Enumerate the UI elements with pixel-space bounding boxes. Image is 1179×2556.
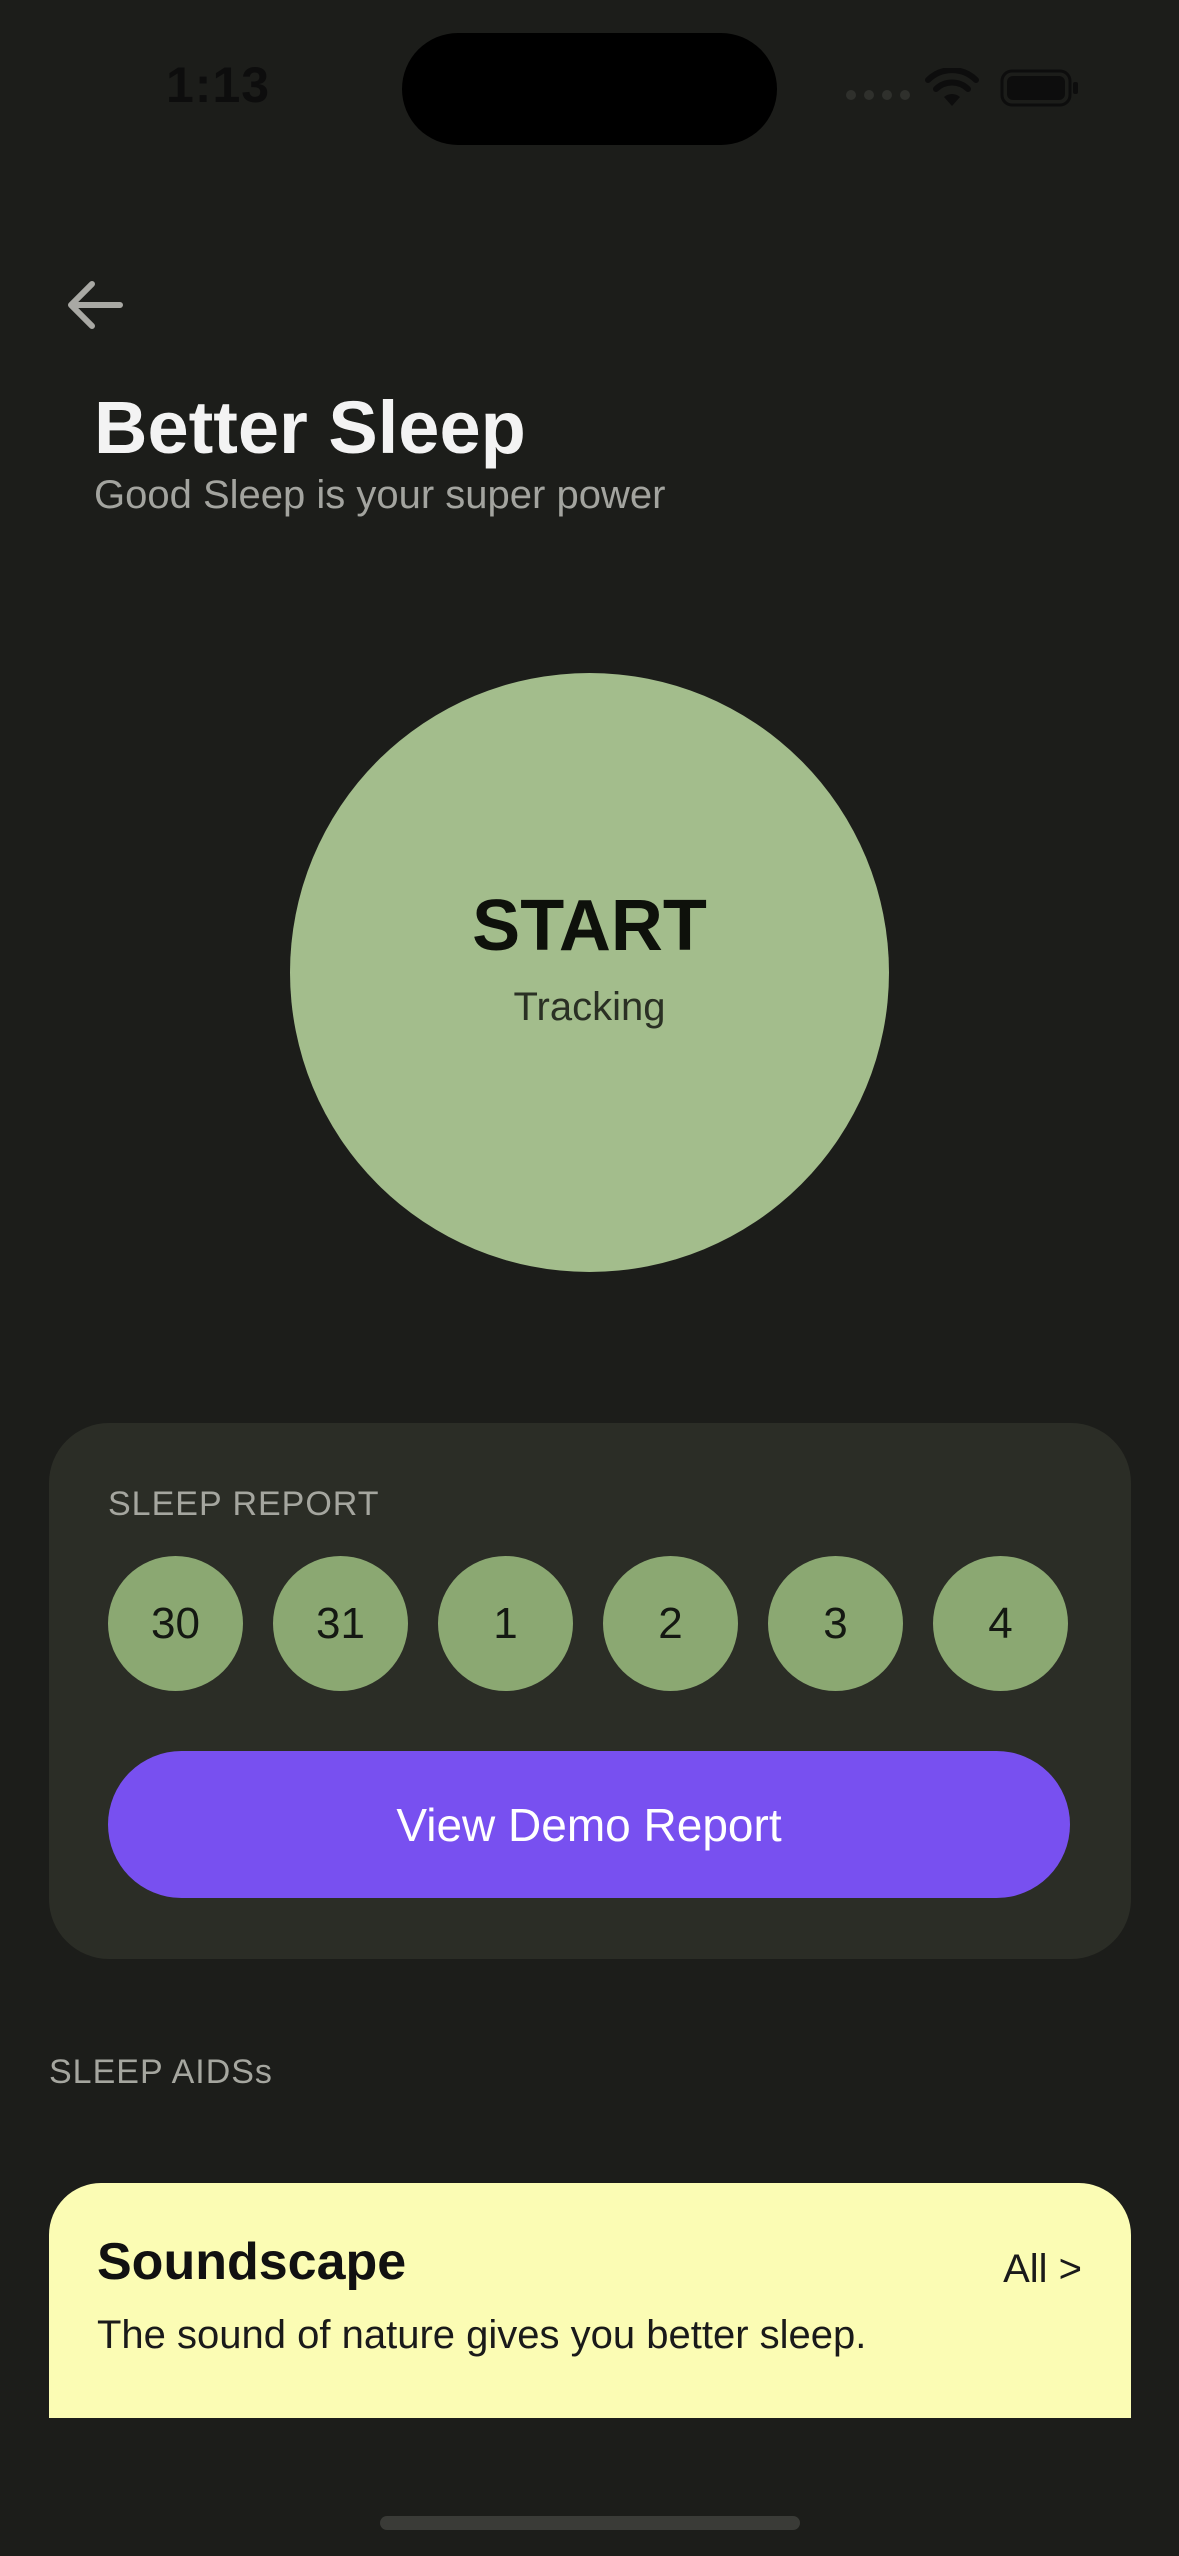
view-demo-report-button[interactable]: View Demo Report (108, 1751, 1070, 1898)
start-tracking-button[interactable]: START Tracking (290, 673, 889, 1272)
status-time: 1:13 (166, 57, 271, 113)
day-button[interactable]: 30 (108, 1556, 243, 1691)
day-button[interactable]: 1 (438, 1556, 573, 1691)
sleep-report-heading: SLEEP REPORT (108, 1485, 380, 1523)
arrow-left-icon[interactable] (66, 278, 124, 332)
sleep-report-card: SLEEP REPORT 30 31 1 2 3 4 View Demo Rep… (49, 1423, 1131, 1959)
soundscape-description: The sound of nature gives you better sle… (97, 2313, 867, 2357)
dynamic-island (402, 33, 777, 145)
signal-icon (846, 90, 910, 100)
soundscape-title: Soundscape (97, 2233, 407, 2291)
battery-icon (1000, 69, 1078, 107)
page-title: Better Sleep (94, 386, 526, 469)
soundscape-card[interactable]: Soundscape The sound of nature gives you… (49, 2183, 1131, 2418)
home-indicator[interactable] (380, 2516, 800, 2530)
day-button[interactable]: 3 (768, 1556, 903, 1691)
day-button[interactable]: 31 (273, 1556, 408, 1691)
sleep-aids-heading: SLEEP AIDSs (49, 2053, 273, 2091)
start-label: START (472, 886, 707, 966)
wifi-icon (925, 68, 979, 106)
soundscape-all-link[interactable]: All > (1003, 2247, 1082, 2292)
day-button[interactable]: 4 (933, 1556, 1068, 1691)
start-sublabel: Tracking (513, 985, 666, 1029)
day-button[interactable]: 2 (603, 1556, 738, 1691)
day-selector: 30 31 1 2 3 4 (108, 1556, 1068, 1691)
page-subtitle: Good Sleep is your super power (94, 473, 666, 517)
